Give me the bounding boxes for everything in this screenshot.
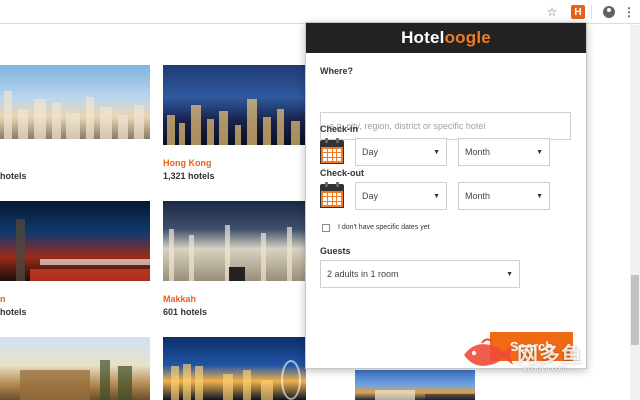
- where-label: Where?: [320, 66, 354, 76]
- destination-name[interactable]: Hong Kong: [163, 158, 212, 168]
- guests-value: 2 adults in 1 room: [327, 269, 399, 279]
- destination-name[interactable]: n: [0, 294, 6, 304]
- destination-image[interactable]: [0, 337, 150, 400]
- checkout-day-select[interactable]: Day ▼: [355, 182, 447, 210]
- destination-image[interactable]: [163, 65, 306, 145]
- checkout-month-select[interactable]: Month ▼: [458, 182, 550, 210]
- toolbar-divider: [591, 5, 592, 19]
- destination-image[interactable]: [355, 370, 475, 400]
- destination-image[interactable]: [0, 201, 150, 281]
- checkout-label: Check-out: [320, 168, 365, 178]
- star-icon[interactable]: ☆: [544, 4, 560, 20]
- destination-image[interactable]: [163, 337, 306, 400]
- watermark: 网多鱼 wduoyu.com: [460, 335, 610, 377]
- chevron-down-icon: ▼: [536, 193, 543, 200]
- checkin-month-select[interactable]: Month ▼: [458, 138, 550, 166]
- no-dates-checkbox[interactable]: [322, 224, 330, 232]
- checkin-day-value: Day: [362, 147, 379, 157]
- destination-hotel-count: hotels: [0, 307, 27, 317]
- no-dates-label[interactable]: I don't have specific dates yet: [338, 224, 430, 231]
- guests-select[interactable]: 2 adults in 1 room ▼: [320, 260, 520, 288]
- destination-image[interactable]: [163, 201, 306, 281]
- chevron-down-icon: ▼: [433, 149, 440, 156]
- chevron-down-icon: ▼: [506, 271, 513, 278]
- watermark-url: wduoyu.com: [522, 364, 567, 373]
- brand-text-oogle: oogle: [444, 28, 491, 47]
- chevron-down-icon: ▼: [536, 149, 543, 156]
- checkin-month-value: Month: [465, 147, 491, 157]
- checkout-month-value: Month: [465, 191, 491, 201]
- checkout-calendar-icon[interactable]: [320, 182, 344, 208]
- destination-image[interactable]: [0, 65, 150, 139]
- guests-label: Guests: [320, 246, 351, 256]
- brand-text-hotel: Hotel: [401, 28, 445, 47]
- destination-hotel-count: 601 hotels: [163, 307, 208, 317]
- chevron-down-icon: ▼: [433, 193, 440, 200]
- checkin-label: Check-in: [320, 124, 359, 134]
- checkout-day-value: Day: [362, 191, 379, 201]
- destination-hotel-count: hotels: [0, 171, 27, 181]
- destination-name[interactable]: Makkah: [163, 294, 196, 304]
- fish-logo-icon: [464, 338, 513, 366]
- checkin-day-select[interactable]: Day ▼: [355, 138, 447, 166]
- page-scrollbar-thumb[interactable]: [631, 275, 639, 345]
- hoteloogle-extension-icon[interactable]: H: [571, 5, 585, 19]
- more-vert-icon[interactable]: ⋮: [621, 4, 637, 20]
- brand-logo: Hoteloogle: [401, 28, 491, 48]
- hoteloogle-popup: Hoteloogle Where? Check-in Day ▼ Month ▼…: [305, 22, 587, 369]
- destination-hotel-count: 1,321 hotels: [163, 171, 215, 181]
- browser-toolbar: ☆ H ⋮: [0, 0, 640, 24]
- browser-window: ☆ H ⋮ hotels Hong Kong 1,321 hotels n ho…: [0, 0, 640, 400]
- popup-header: Hoteloogle: [306, 23, 586, 53]
- checkin-calendar-icon[interactable]: [320, 138, 344, 164]
- account-circle-icon[interactable]: [601, 4, 617, 20]
